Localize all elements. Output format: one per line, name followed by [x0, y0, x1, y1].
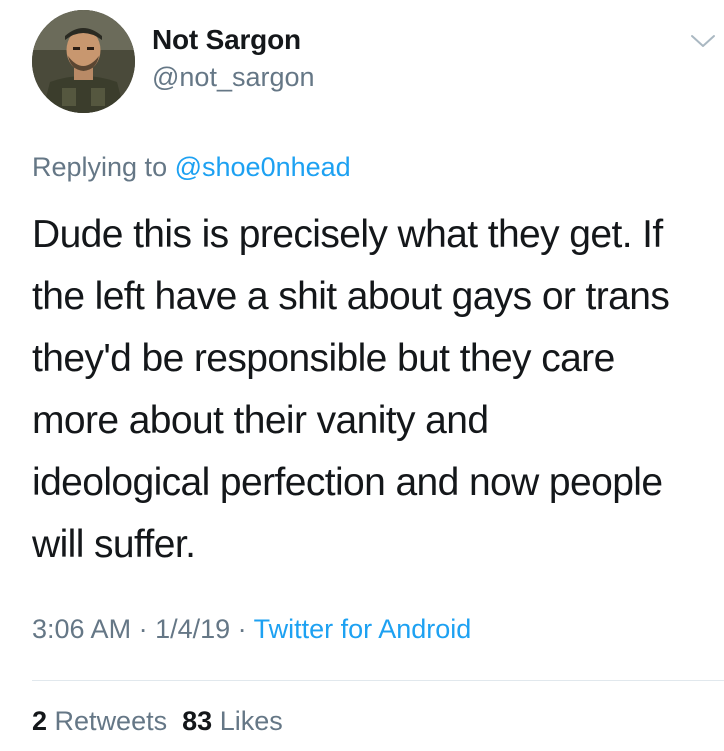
avatar[interactable] — [32, 10, 135, 113]
divider — [32, 680, 724, 681]
tweet-card: Not Sargon @not_sargon Replying to @shoe… — [0, 0, 724, 751]
meta-separator: · — [230, 614, 254, 644]
reply-handle-link[interactable]: @shoe0nhead — [175, 152, 351, 182]
author-handle[interactable]: @not_sargon — [152, 62, 315, 93]
replying-to-line: Replying to @shoe0nhead — [32, 152, 351, 183]
tweet-stats: 2 Retweets 83 Likes — [32, 706, 283, 737]
likes-label: Likes — [219, 706, 283, 736]
retweets-count: 2 — [32, 706, 48, 736]
retweets-stat[interactable]: 2 Retweets — [32, 706, 167, 736]
tweet-source-link[interactable]: Twitter for Android — [254, 614, 472, 644]
chevron-down-icon[interactable] — [690, 32, 716, 50]
meta-separator: · — [131, 614, 156, 644]
author-display-name[interactable]: Not Sargon — [152, 24, 301, 56]
likes-count: 83 — [182, 706, 213, 736]
tweet-time[interactable]: 3:06 AM — [32, 614, 131, 644]
soldier-avatar-icon — [32, 10, 135, 113]
retweets-label: Retweets — [54, 706, 168, 736]
replying-to-prefix: Replying to — [32, 152, 168, 182]
tweet-meta: 3:06 AM · 1/4/19 · Twitter for Android — [32, 614, 471, 645]
tweet-text: Dude this is precisely what they get. If… — [32, 213, 670, 566]
tweet-date[interactable]: 1/4/19 — [155, 614, 230, 644]
likes-stat[interactable]: 83 Likes — [182, 706, 283, 736]
